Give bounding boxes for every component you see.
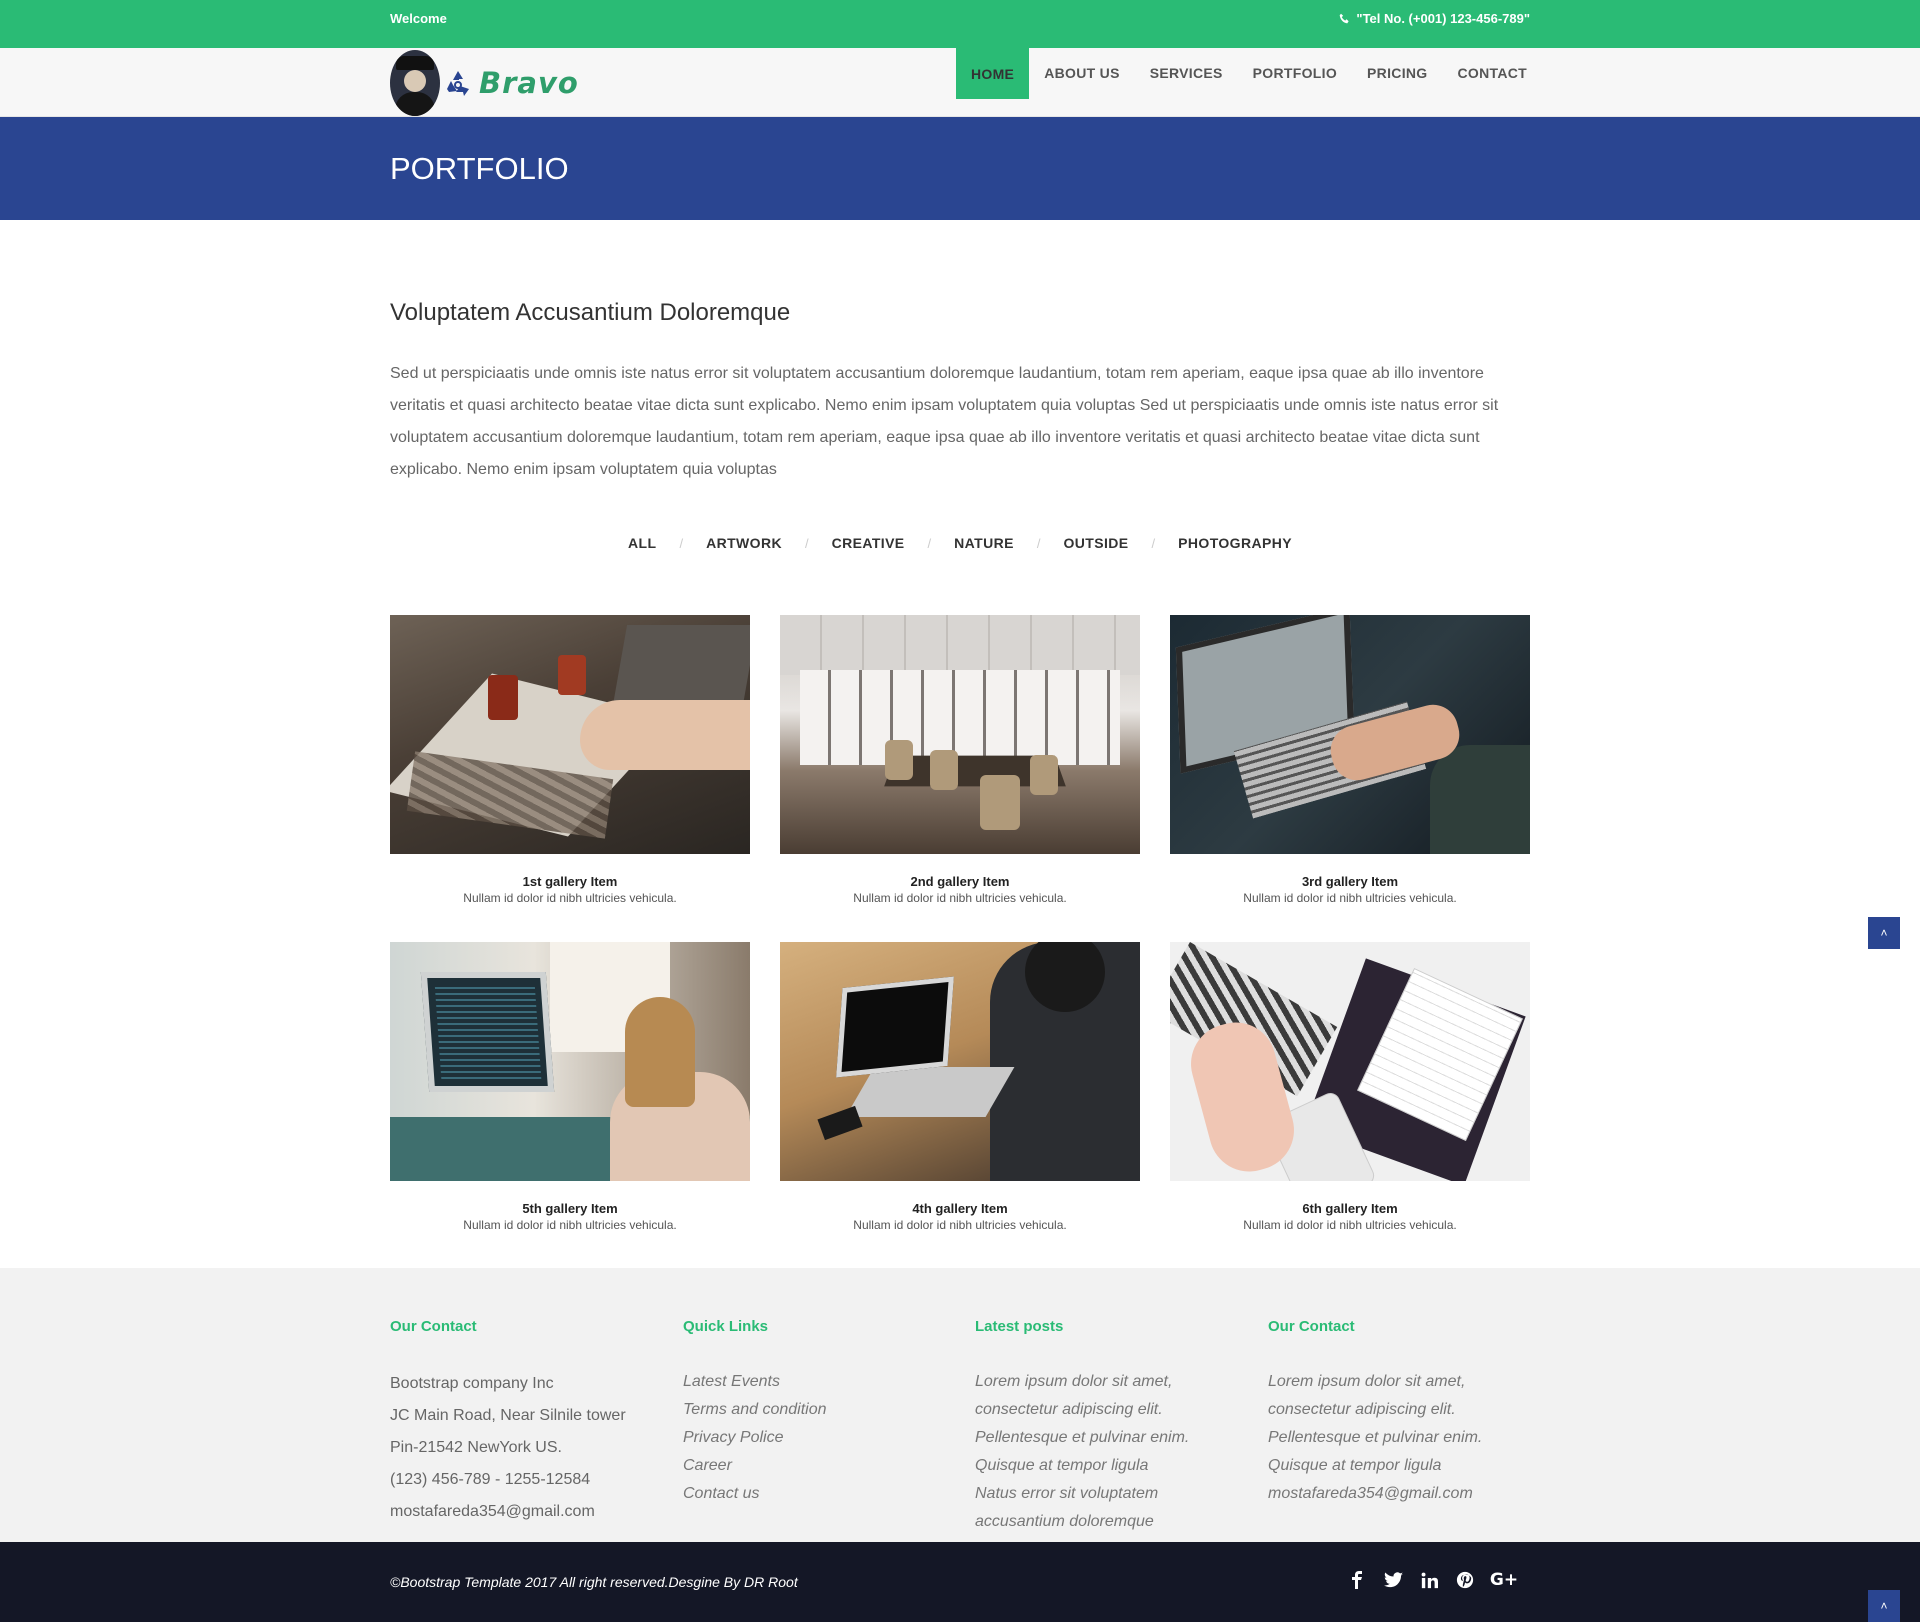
- footer-link-latest-events[interactable]: Latest Events: [683, 1368, 953, 1396]
- page-header: PORTFOLIO: [0, 117, 1920, 220]
- brand-name: Bravo: [479, 66, 579, 100]
- gallery-item-2[interactable]: 2nd gallery Item Nullam id dolor id nibh…: [780, 615, 1140, 905]
- recycle-icon: [447, 71, 469, 96]
- chevron-up-icon: ˄: [1880, 926, 1888, 940]
- social-links: G+: [1346, 1569, 1518, 1591]
- intro-title: Voluptatem Accusantium Doloremque: [390, 299, 791, 326]
- gallery-image[interactable]: [1170, 615, 1530, 854]
- gallery-item-1[interactable]: 1st gallery Item Nullam id dolor id nibh…: [390, 615, 750, 905]
- footer-link-privacy[interactable]: Privacy Police: [683, 1424, 953, 1452]
- filter-photography[interactable]: PHOTOGRAPHY: [1155, 535, 1315, 551]
- twitter-icon[interactable]: [1382, 1569, 1404, 1591]
- logo-avatar: [390, 50, 440, 116]
- gallery-image[interactable]: [390, 615, 750, 854]
- footer-contact-2: Our Contact Lorem ipsum dolor sit amet, …: [1268, 1318, 1538, 1508]
- gallery-item-text: Nullam id dolor id nibh ultricies vehicu…: [1243, 1218, 1457, 1232]
- gallery-item-title: 5th gallery Item: [522, 1201, 618, 1216]
- footer-contact-line: JC Main Road, Near Silnile tower: [390, 1407, 626, 1424]
- footer-post-line: Pellentesque et pulvinar enim.: [975, 1429, 1190, 1446]
- footer-contact2-line: Lorem ipsum dolor sit amet,: [1268, 1373, 1466, 1390]
- footer-post-line: accusantium doloremque: [975, 1513, 1154, 1530]
- welcome-text: Welcome: [390, 11, 447, 26]
- footer-contact-line: (123) 456-789 - 1255-12584: [390, 1471, 591, 1488]
- main-nav: HOME ABOUT US SERVICES PORTFOLIO PRICING…: [956, 48, 1542, 117]
- filter-artwork[interactable]: ARTWORK: [683, 535, 805, 551]
- footer-contact2-line: Pellentesque et pulvinar enim.: [1268, 1429, 1483, 1446]
- scroll-up-button[interactable]: ˄: [1868, 917, 1900, 949]
- footer-contact-title: Our Contact: [390, 1318, 477, 1335]
- portfolio-filters: ALL / ARTWORK / CREATIVE / NATURE / OUTS…: [0, 535, 1920, 551]
- nav-services[interactable]: SERVICES: [1135, 48, 1238, 98]
- navbar: Bravo HOME ABOUT US SERVICES PORTFOLIO P…: [0, 48, 1920, 117]
- footer-contact-email: mostafareda354@gmail.com: [390, 1503, 595, 1520]
- linkedin-icon[interactable]: [1418, 1569, 1440, 1591]
- gallery-item-6[interactable]: 6th gallery Item Nullam id dolor id nibh…: [1170, 942, 1530, 1232]
- top-bar: Welcome "Tel No. (+001) 123-456-789": [0, 0, 1920, 48]
- phone-number: "Tel No. (+001) 123-456-789": [1339, 11, 1530, 26]
- pinterest-icon[interactable]: [1454, 1569, 1476, 1591]
- footer-post-line: consectetur adipiscing elit.: [975, 1401, 1163, 1418]
- footer-contact2-line: Quisque at tempor ligula: [1268, 1457, 1442, 1474]
- page-title: PORTFOLIO: [390, 151, 569, 186]
- footer: Our Contact Bootstrap company Inc JC Mai…: [0, 1268, 1920, 1542]
- footer-contact2-line: consectetur adipiscing elit.: [1268, 1401, 1456, 1418]
- gallery-item-4[interactable]: 4th gallery Item Nullam id dolor id nibh…: [780, 942, 1140, 1232]
- gallery-image[interactable]: [780, 615, 1140, 854]
- footer-post-line: Quisque at tempor ligula: [975, 1457, 1149, 1474]
- gallery-item-text: Nullam id dolor id nibh ultricies vehicu…: [1243, 891, 1457, 905]
- footer-contact-line: Pin-21542 NewYork US.: [390, 1439, 562, 1456]
- intro-text: Sed ut perspiciaatis unde omnis iste nat…: [390, 365, 1499, 478]
- gallery-item-5[interactable]: 5th gallery Item Nullam id dolor id nibh…: [390, 942, 750, 1232]
- scroll-up-button-bottom[interactable]: ˄: [1868, 1590, 1900, 1622]
- footer-contact2-email: mostafareda354@gmail.com: [1268, 1485, 1473, 1502]
- gallery-item-title: 2nd gallery Item: [910, 874, 1010, 889]
- footer-contact2-title: Our Contact: [1268, 1318, 1355, 1335]
- copyright-text: ©Bootstrap Template 2017 All right reser…: [390, 1574, 798, 1590]
- bottom-bar: ©Bootstrap Template 2017 All right reser…: [0, 1542, 1920, 1622]
- filter-nature[interactable]: NATURE: [931, 535, 1037, 551]
- logo[interactable]: Bravo: [390, 50, 579, 116]
- gallery-item-title: 4th gallery Item: [912, 1201, 1008, 1216]
- filter-all[interactable]: ALL: [605, 535, 679, 551]
- gallery-image[interactable]: [1170, 942, 1530, 1181]
- footer-quick-links-title: Quick Links: [683, 1318, 769, 1335]
- footer-link-contact[interactable]: Contact us: [683, 1480, 953, 1508]
- gallery-item-text: Nullam id dolor id nibh ultricies vehicu…: [463, 891, 677, 905]
- phone-text: "Tel No. (+001) 123-456-789": [1356, 11, 1530, 26]
- nav-home[interactable]: HOME: [956, 48, 1030, 99]
- phone-icon: [1340, 13, 1350, 24]
- gallery-item-text: Nullam id dolor id nibh ultricies vehicu…: [463, 1218, 677, 1232]
- filter-creative[interactable]: CREATIVE: [809, 535, 928, 551]
- nav-pricing[interactable]: PRICING: [1352, 48, 1442, 98]
- google-plus-icon[interactable]: G+: [1490, 1569, 1518, 1591]
- footer-link-career[interactable]: Career: [683, 1452, 953, 1480]
- gallery-item-3[interactable]: 3rd gallery Item Nullam id dolor id nibh…: [1170, 615, 1530, 905]
- facebook-icon[interactable]: [1346, 1569, 1368, 1591]
- footer-post-line: Lorem ipsum dolor sit amet,: [975, 1373, 1173, 1390]
- gallery-item-title: 6th gallery Item: [1302, 1201, 1398, 1216]
- nav-about-us[interactable]: ABOUT US: [1029, 48, 1135, 98]
- chevron-up-icon: ˄: [1880, 1599, 1888, 1613]
- footer-latest-posts-title: Latest posts: [975, 1318, 1064, 1335]
- footer-contact: Our Contact Bootstrap company Inc JC Mai…: [390, 1318, 660, 1528]
- footer-link-terms[interactable]: Terms and condition: [683, 1396, 953, 1424]
- gallery-item-text: Nullam id dolor id nibh ultricies vehicu…: [853, 1218, 1067, 1232]
- gallery-item-title: 1st gallery Item: [522, 874, 618, 889]
- gallery-image[interactable]: [780, 942, 1140, 1181]
- filter-outside[interactable]: OUTSIDE: [1041, 535, 1152, 551]
- footer-post-line: Natus error sit voluptatem: [975, 1485, 1159, 1502]
- nav-contact[interactable]: CONTACT: [1443, 48, 1543, 98]
- footer-quick-links: Quick Links Latest Events Terms and cond…: [683, 1318, 953, 1508]
- gallery-item-text: Nullam id dolor id nibh ultricies vehicu…: [853, 891, 1067, 905]
- nav-portfolio[interactable]: PORTFOLIO: [1238, 48, 1352, 98]
- footer-contact-line: Bootstrap company Inc: [390, 1375, 554, 1392]
- gallery-image[interactable]: [390, 942, 750, 1181]
- footer-latest-posts: Latest posts Lorem ipsum dolor sit amet,…: [975, 1318, 1245, 1536]
- gallery-item-title: 3rd gallery Item: [1301, 874, 1399, 889]
